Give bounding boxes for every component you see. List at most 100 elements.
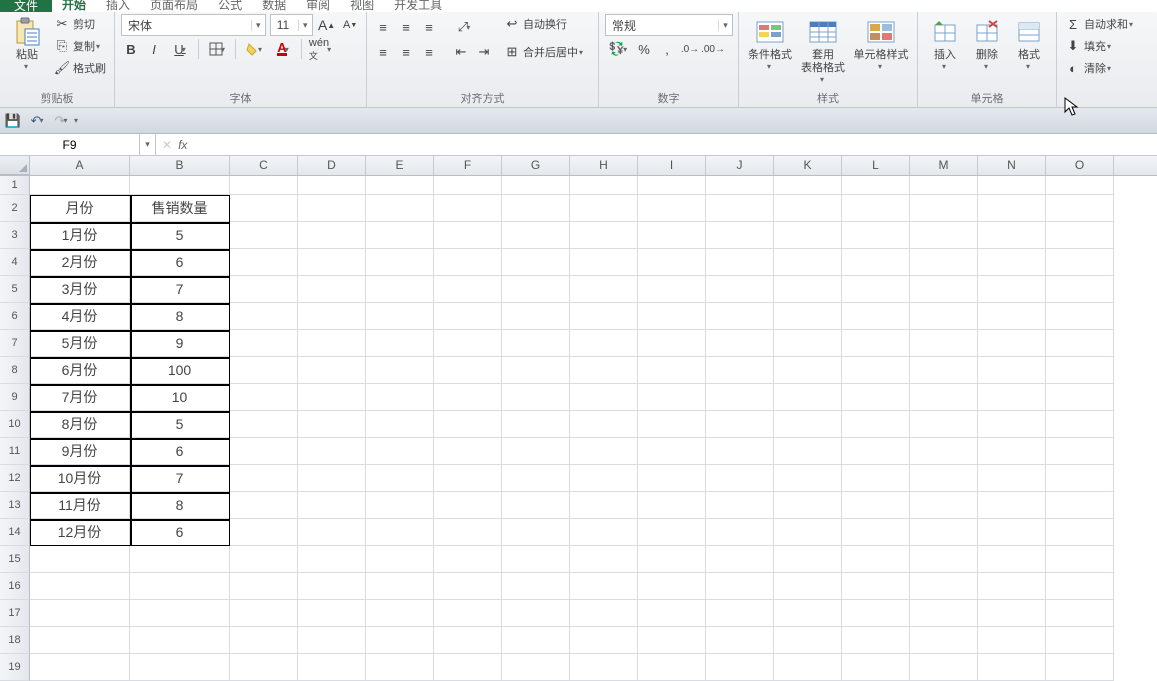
cell-B4[interactable]: 6 [130, 249, 230, 276]
cell-E9[interactable] [366, 384, 434, 411]
cell-K16[interactable] [774, 573, 842, 600]
row-header-14[interactable]: 14 [0, 519, 30, 546]
cell-I11[interactable] [638, 438, 706, 465]
cell-G17[interactable] [502, 600, 570, 627]
cell-M2[interactable] [910, 195, 978, 222]
cell-E4[interactable] [366, 249, 434, 276]
cell-J8[interactable] [706, 357, 774, 384]
cell-N8[interactable] [978, 357, 1046, 384]
cell-O6[interactable] [1046, 303, 1114, 330]
cell-N4[interactable] [978, 249, 1046, 276]
cell-H5[interactable] [570, 276, 638, 303]
paste-button[interactable]: 粘贴 ▾ [6, 14, 48, 71]
cell-L19[interactable] [842, 654, 910, 681]
cell-F6[interactable] [434, 303, 502, 330]
cell-O1[interactable] [1046, 176, 1114, 195]
col-header-G[interactable]: G [502, 156, 570, 175]
cell-I17[interactable] [638, 600, 706, 627]
cell-A6[interactable]: 4月份 [30, 303, 130, 330]
phonetic-button[interactable]: wén文▾ [307, 39, 333, 59]
cell-D8[interactable] [298, 357, 366, 384]
row-header-18[interactable]: 18 [0, 627, 30, 654]
cell-M7[interactable] [910, 330, 978, 357]
cell-A15[interactable] [30, 546, 130, 573]
cell-M6[interactable] [910, 303, 978, 330]
cell-K13[interactable] [774, 492, 842, 519]
cell-K5[interactable] [774, 276, 842, 303]
row-header-15[interactable]: 15 [0, 546, 30, 573]
cell-L9[interactable] [842, 384, 910, 411]
bold-button[interactable]: B [121, 39, 141, 59]
cell-C3[interactable] [230, 222, 298, 249]
row-header-16[interactable]: 16 [0, 573, 30, 600]
cell-D16[interactable] [298, 573, 366, 600]
cell-J10[interactable] [706, 411, 774, 438]
accounting-button[interactable]: 💱▾ [605, 39, 631, 59]
cell-L7[interactable] [842, 330, 910, 357]
cell-B15[interactable] [130, 546, 230, 573]
cell-N18[interactable] [978, 627, 1046, 654]
fx-icon[interactable]: fx [178, 138, 187, 152]
cell-D5[interactable] [298, 276, 366, 303]
cell-D7[interactable] [298, 330, 366, 357]
cell-H2[interactable] [570, 195, 638, 222]
cell-K18[interactable] [774, 627, 842, 654]
cell-I19[interactable] [638, 654, 706, 681]
cell-F8[interactable] [434, 357, 502, 384]
cell-A17[interactable] [30, 600, 130, 627]
cell-B14[interactable]: 6 [130, 519, 230, 546]
cell-E6[interactable] [366, 303, 434, 330]
cell-F3[interactable] [434, 222, 502, 249]
cell-M13[interactable] [910, 492, 978, 519]
cell-D9[interactable] [298, 384, 366, 411]
cell-O18[interactable] [1046, 627, 1114, 654]
col-header-C[interactable]: C [230, 156, 298, 175]
cell-J17[interactable] [706, 600, 774, 627]
clear-button[interactable]: ◐清除▾ [1063, 58, 1135, 78]
cell-C1[interactable] [230, 176, 298, 195]
cell-O9[interactable] [1046, 384, 1114, 411]
cell-G15[interactable] [502, 546, 570, 573]
cell-J12[interactable] [706, 465, 774, 492]
cell-C13[interactable] [230, 492, 298, 519]
cell-O5[interactable] [1046, 276, 1114, 303]
underline-button[interactable]: U▾ [167, 39, 193, 59]
increase-decimal-button[interactable]: .0→ [680, 39, 700, 59]
cell-M15[interactable] [910, 546, 978, 573]
font-name-combo[interactable]: 宋体▾ [121, 14, 266, 36]
align-bottom-button[interactable]: ≡ [419, 17, 439, 37]
cell-M12[interactable] [910, 465, 978, 492]
cell-M19[interactable] [910, 654, 978, 681]
cell-L11[interactable] [842, 438, 910, 465]
cell-L6[interactable] [842, 303, 910, 330]
increase-indent-button[interactable]: ⇥ [474, 42, 494, 62]
row-header-7[interactable]: 7 [0, 330, 30, 357]
cell-D18[interactable] [298, 627, 366, 654]
cell-K4[interactable] [774, 249, 842, 276]
cell-E13[interactable] [366, 492, 434, 519]
cell-G7[interactable] [502, 330, 570, 357]
namebox-dropdown[interactable]: ▾ [140, 134, 156, 155]
cell-N2[interactable] [978, 195, 1046, 222]
cell-E15[interactable] [366, 546, 434, 573]
cell-E14[interactable] [366, 519, 434, 546]
cell-A12[interactable]: 10月份 [30, 465, 130, 492]
cell-F12[interactable] [434, 465, 502, 492]
decrease-indent-button[interactable]: ⇤ [451, 42, 471, 62]
cell-F14[interactable] [434, 519, 502, 546]
cell-J5[interactable] [706, 276, 774, 303]
cell-H14[interactable] [570, 519, 638, 546]
cell-E8[interactable] [366, 357, 434, 384]
cell-N16[interactable] [978, 573, 1046, 600]
cell-G9[interactable] [502, 384, 570, 411]
cell-J6[interactable] [706, 303, 774, 330]
cell-M18[interactable] [910, 627, 978, 654]
align-top-button[interactable]: ≡ [373, 17, 393, 37]
cell-L18[interactable] [842, 627, 910, 654]
cell-H13[interactable] [570, 492, 638, 519]
cell-G3[interactable] [502, 222, 570, 249]
cell-L15[interactable] [842, 546, 910, 573]
cell-I2[interactable] [638, 195, 706, 222]
cell-B18[interactable] [130, 627, 230, 654]
cell-B11[interactable]: 6 [130, 438, 230, 465]
